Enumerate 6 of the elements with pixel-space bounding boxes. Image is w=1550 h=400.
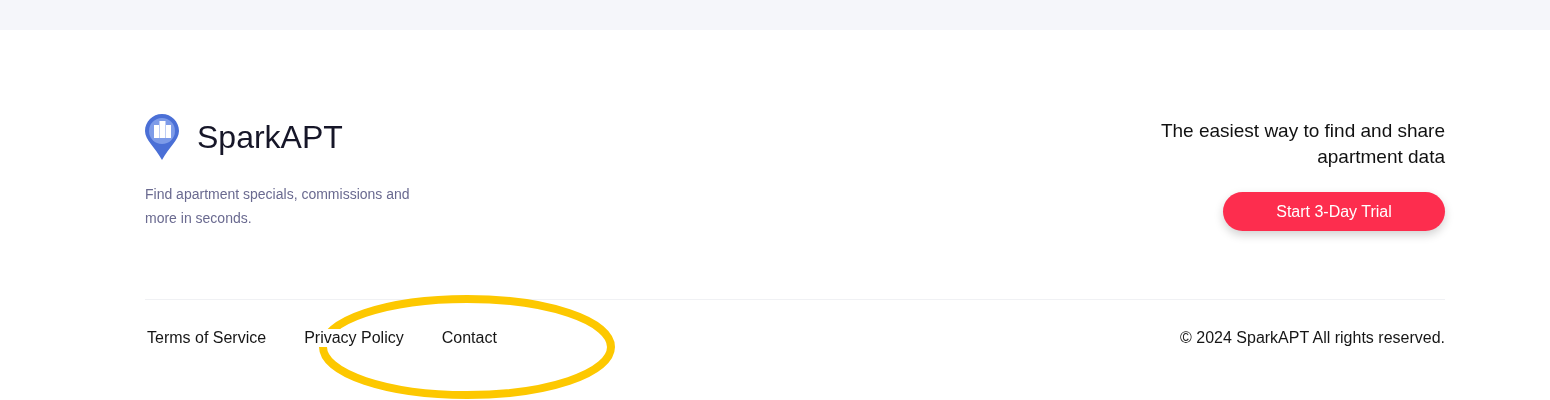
- cta-headline: The easiest way to find and share apartment data: [1159, 119, 1445, 169]
- start-trial-button[interactable]: Start 3-Day Trial: [1223, 192, 1445, 231]
- footer-link[interactable]: Privacy Policy: [302, 329, 406, 347]
- copyright-text: © 2024 SparkAPT All rights reserved.: [1180, 329, 1445, 347]
- brand-description: Find apartment specials, commissions and more in seconds.: [145, 185, 411, 228]
- brand-name: SparkAPT: [197, 118, 343, 156]
